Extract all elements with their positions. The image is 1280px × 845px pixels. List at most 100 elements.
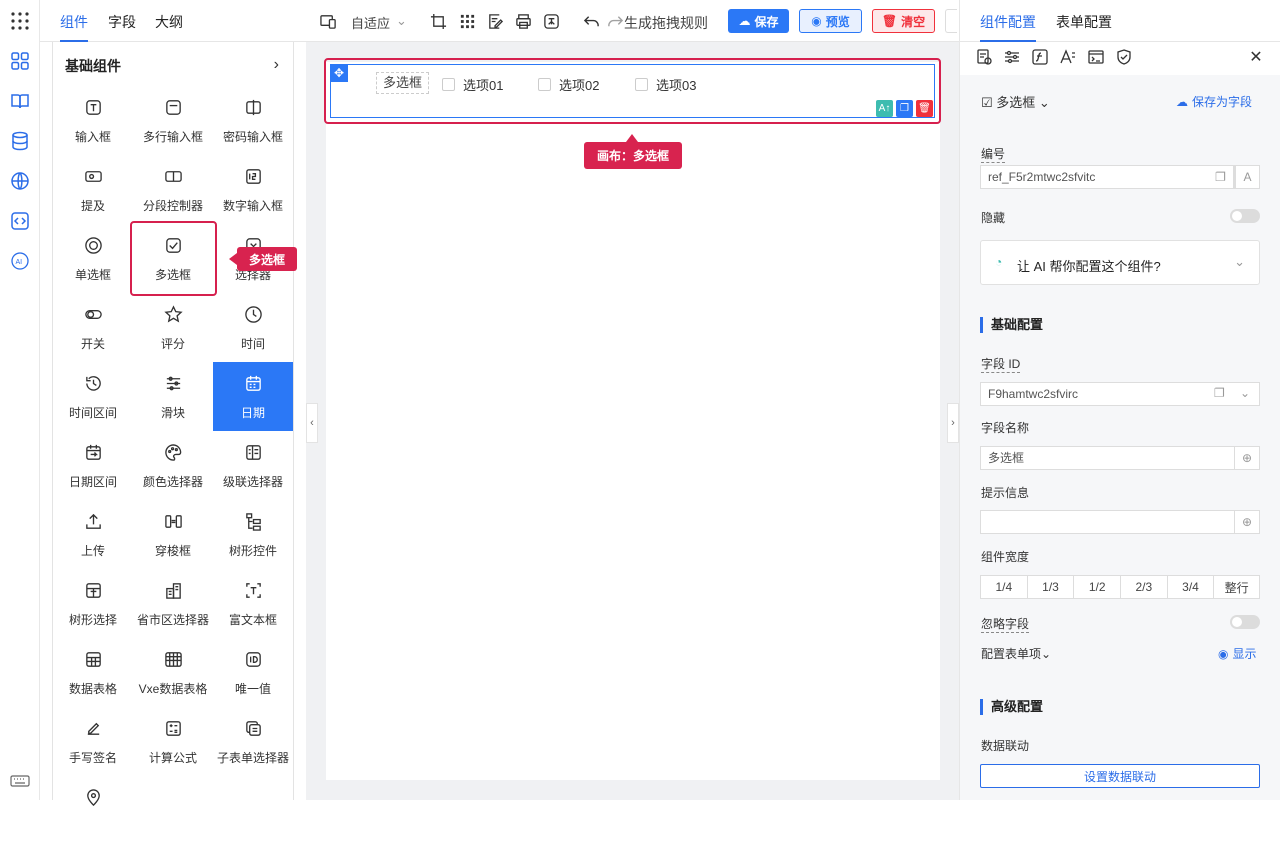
component-type-select[interactable]: ☑ 多选框 ⌄ <box>981 92 1050 111</box>
translate-icon[interactable] <box>542 12 560 30</box>
component-item[interactable]: 多行输入框 <box>133 86 213 155</box>
option-1[interactable]: 选项01 <box>442 75 503 94</box>
components-icon[interactable] <box>9 50 31 72</box>
component-item[interactable]: 上传 <box>53 500 133 569</box>
component-item[interactable]: 时间区间 <box>53 362 133 431</box>
chevron-down-icon[interactable]: ⌄ <box>1240 386 1250 400</box>
component-item[interactable]: 日期 <box>213 362 293 431</box>
apps-grid-icon[interactable] <box>9 10 31 32</box>
width-option[interactable]: 1/4 <box>980 575 1028 599</box>
width-option[interactable]: 1/2 <box>1073 575 1121 599</box>
edit-doc-icon[interactable] <box>486 12 504 30</box>
code-icon[interactable] <box>9 210 31 232</box>
ai-icon[interactable]: AI <box>9 250 31 272</box>
copy-icon[interactable]: ❐ <box>1214 386 1225 400</box>
component-item-partial[interactable] <box>53 776 133 845</box>
sliders-icon[interactable] <box>1003 48 1021 66</box>
ai-assist-icon[interactable]: A↑ <box>876 100 893 117</box>
delete-icon[interactable]: 🗑 <box>916 100 933 117</box>
component-item[interactable]: 唯一值 <box>213 638 293 707</box>
clear-button[interactable]: 🗑 清空 <box>872 9 935 33</box>
print-icon[interactable] <box>514 12 532 30</box>
save-button[interactable]: ☁ 保存 <box>728 9 789 33</box>
component-item[interactable]: 穿梭框 <box>133 500 213 569</box>
event-icon[interactable] <box>1087 48 1105 66</box>
ignore-toggle[interactable] <box>1230 615 1260 629</box>
drag-handle-icon[interactable]: ✥ <box>330 64 348 82</box>
component-item[interactable]: 级联选择器 <box>213 431 293 500</box>
collapse-right-icon[interactable]: › <box>947 403 959 443</box>
undo-icon[interactable] <box>582 12 600 30</box>
tab-components[interactable]: 组件 <box>60 12 88 32</box>
component-item[interactable]: 数据表格 <box>53 638 133 707</box>
close-icon[interactable]: ✕ <box>1247 48 1265 66</box>
preview-button[interactable]: ◉ 预览 <box>799 9 862 33</box>
shield-icon[interactable] <box>1115 48 1133 66</box>
component-item[interactable]: 计算公式 <box>133 707 213 776</box>
set-linkage-button[interactable]: 设置数据联动 <box>980 764 1260 788</box>
crop-icon[interactable] <box>429 12 447 30</box>
function-icon[interactable] <box>1031 48 1049 66</box>
width-option[interactable]: 整行 <box>1213 575 1260 599</box>
hidden-toggle[interactable] <box>1230 209 1260 223</box>
component-item[interactable]: 提及 <box>53 155 133 224</box>
grid-icon[interactable] <box>458 12 476 30</box>
keyboard-icon[interactable] <box>9 770 31 792</box>
chevron-down-icon[interactable]: ⌄ <box>1234 254 1245 270</box>
checkbox-icon[interactable] <box>538 78 551 91</box>
tab-component-config[interactable]: 组件配置 <box>980 12 1036 32</box>
props-icon[interactable] <box>975 48 993 66</box>
component-item[interactable]: 单选框 <box>53 224 133 293</box>
option-2[interactable]: 选项02 <box>538 75 599 94</box>
text-style-icon[interactable] <box>1059 48 1077 66</box>
width-option[interactable]: 2/3 <box>1120 575 1168 599</box>
component-item[interactable]: 省市区选择器 <box>133 569 213 638</box>
component-item[interactable]: 子表单选择器 <box>213 707 293 776</box>
generate-rule-button[interactable]: 生成拖拽规则 <box>624 13 708 33</box>
option-3[interactable]: 选项03 <box>635 75 696 94</box>
component-item[interactable]: 评分 <box>133 293 213 362</box>
component-item[interactable]: 颜色选择器 <box>133 431 213 500</box>
save-as-field-link[interactable]: ☁ 保存为字段 <box>1176 93 1252 110</box>
config-items-select[interactable]: 配置表单项⌄ <box>981 645 1051 662</box>
checkbox-icon[interactable] <box>442 78 455 91</box>
globe-icon[interactable]: ⊕ <box>1234 446 1260 470</box>
width-option[interactable]: 1/3 <box>1026 575 1075 599</box>
checkbox-icon[interactable] <box>635 78 648 91</box>
globe-icon[interactable] <box>9 170 31 192</box>
globe-icon[interactable]: ⊕ <box>1234 510 1260 534</box>
font-icon[interactable]: A <box>1235 165 1260 189</box>
component-item[interactable]: 树形选择 <box>53 569 133 638</box>
component-item[interactable]: 分段控制器 <box>133 155 213 224</box>
ref-input[interactable]: ref_F5r2mtwc2sfvitc <box>980 165 1235 189</box>
more-button[interactable] <box>945 9 957 33</box>
chevron-right-icon[interactable]: › <box>274 56 279 74</box>
redo-icon[interactable] <box>606 12 624 30</box>
field-name-input[interactable]: 多选框 <box>980 446 1235 470</box>
component-item[interactable]: 密码输入框 <box>213 86 293 155</box>
collapse-left-icon[interactable]: ‹ <box>306 403 318 443</box>
book-icon[interactable] <box>9 90 31 112</box>
component-item[interactable]: 数字输入框 <box>213 155 293 224</box>
tab-outline[interactable]: 大纲 <box>155 12 183 32</box>
component-item[interactable]: 手写签名 <box>53 707 133 776</box>
ai-config-box[interactable]: ◔ 让 AI 帮你配置这个组件? ⌄ <box>980 240 1260 285</box>
device-icon[interactable] <box>319 12 337 30</box>
component-item[interactable]: Vxe数据表格 <box>133 638 213 707</box>
show-toggle-link[interactable]: ◉ 显示 <box>1218 645 1257 662</box>
component-item[interactable]: 滑块 <box>133 362 213 431</box>
component-item[interactable]: 日期区间 <box>53 431 133 500</box>
form-canvas[interactable] <box>326 62 940 780</box>
tab-fields[interactable]: 字段 <box>108 12 136 32</box>
hint-input[interactable] <box>980 510 1235 534</box>
component-item[interactable]: 输入框 <box>53 86 133 155</box>
width-option[interactable]: 3/4 <box>1166 575 1215 599</box>
chevron-down-icon[interactable]: ⌄ <box>396 13 407 29</box>
tab-form-config[interactable]: 表单配置 <box>1056 12 1112 32</box>
database-icon[interactable] <box>9 130 31 152</box>
component-item[interactable]: 开关 <box>53 293 133 362</box>
component-item[interactable]: 树形控件 <box>213 500 293 569</box>
copy-icon[interactable]: ❐ <box>1208 165 1234 189</box>
copy-icon[interactable]: ❐ <box>896 100 913 117</box>
component-item[interactable]: 富文本框 <box>213 569 293 638</box>
